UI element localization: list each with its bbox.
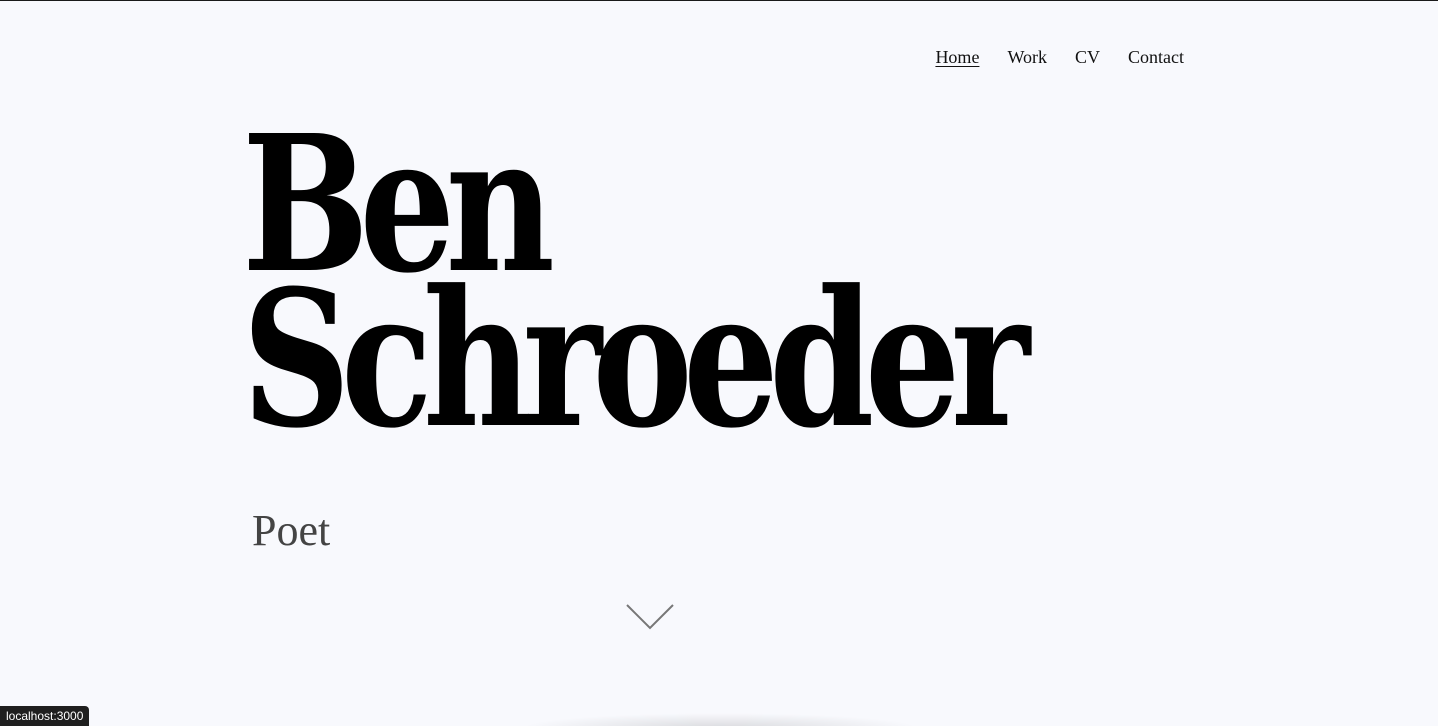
content-card-shadow [520,713,920,726]
nav-link-cv[interactable]: CV [1075,47,1100,68]
nav-link-home[interactable]: Home [935,47,979,68]
nav-link-contact[interactable]: Contact [1128,47,1184,68]
status-bar-url: localhost:3000 [0,706,90,726]
main-nav: Home Work CV Contact [935,47,1184,68]
nav-link-work[interactable]: Work [1007,47,1047,68]
hero-subtitle: Poet [252,506,331,555]
page: Home Work CV Contact Ben Schroeder Poet … [0,0,1438,726]
hero-name: Ben Schroeder [242,111,1030,470]
chevron-down-icon[interactable] [626,603,674,631]
hero-last-name: Schroeder [242,249,1030,470]
